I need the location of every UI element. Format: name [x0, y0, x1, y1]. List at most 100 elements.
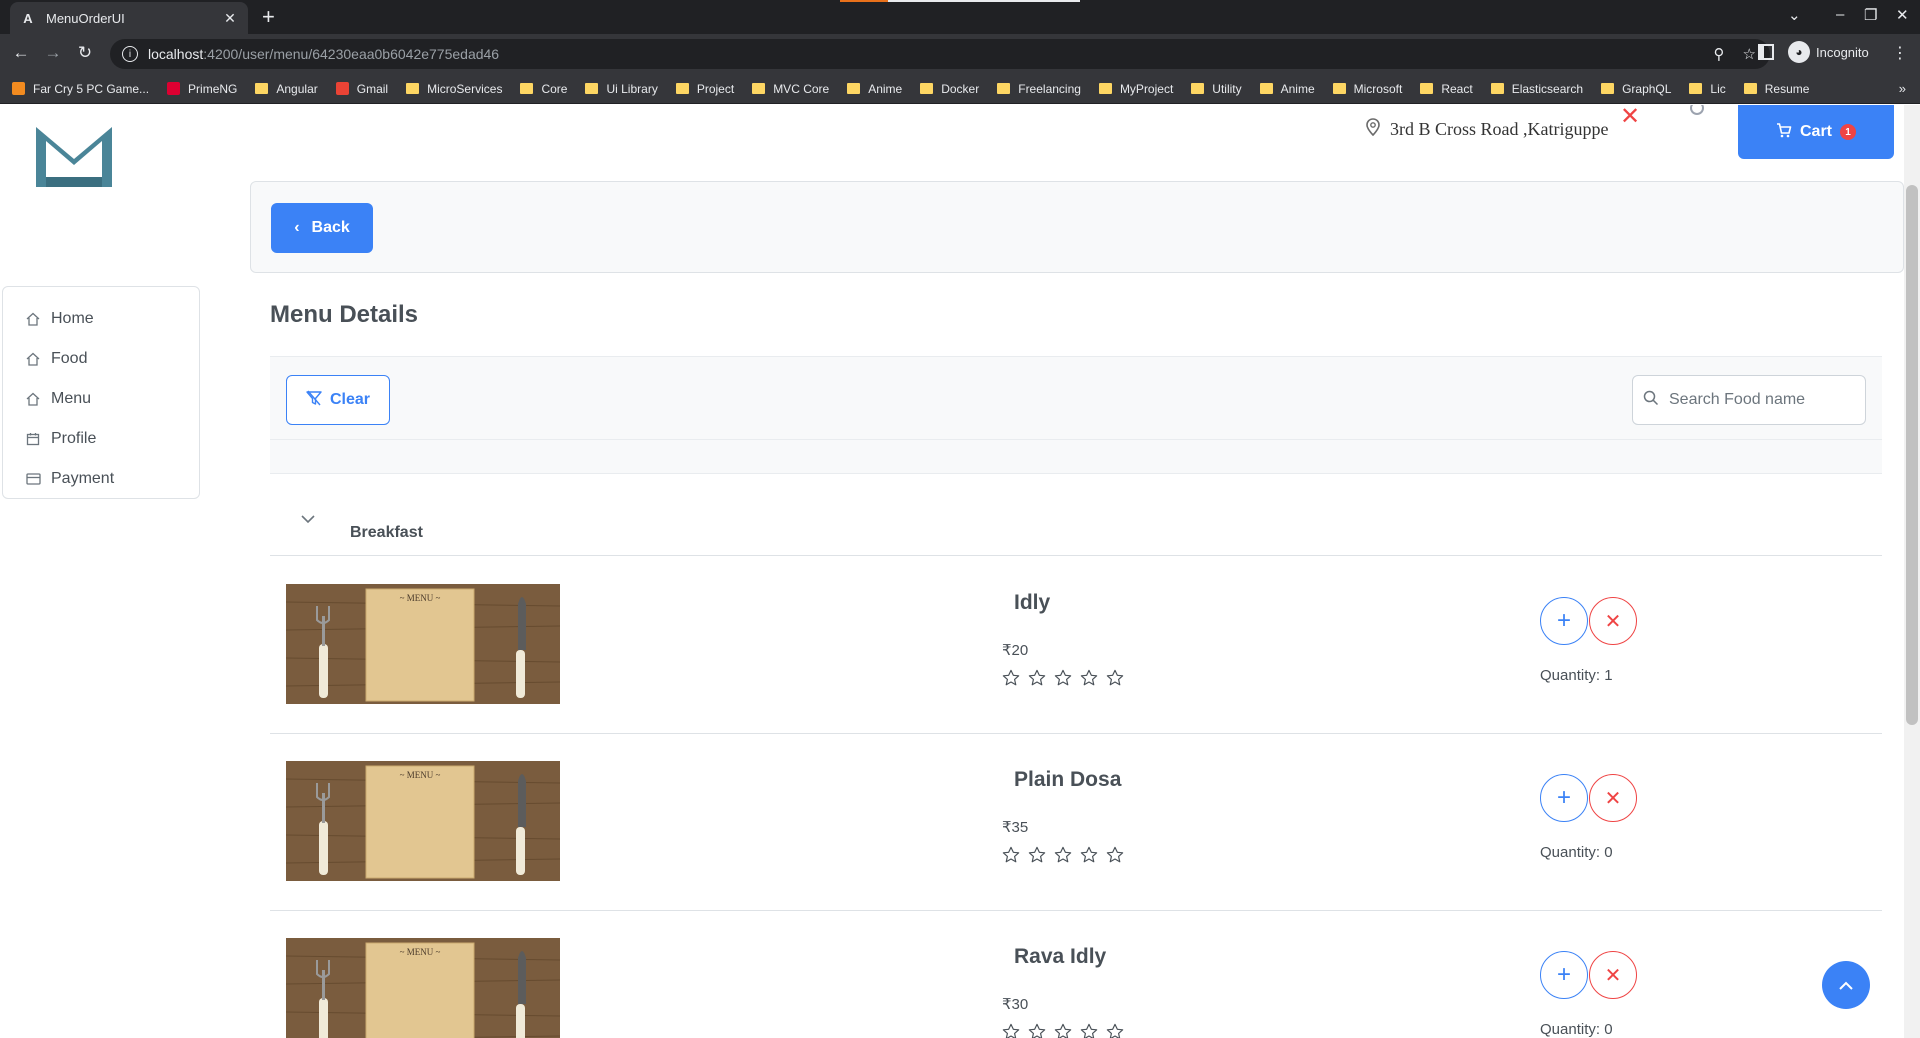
folder-icon — [997, 83, 1011, 94]
forward-arrow-icon[interactable]: → — [42, 43, 64, 63]
quantity-label: Quantity: 1 — [1540, 667, 1613, 684]
star-icon[interactable] — [1080, 1023, 1098, 1038]
star-icon[interactable] — [1054, 846, 1072, 870]
star-icon[interactable] — [1028, 846, 1046, 870]
add-quantity-button[interactable]: + — [1540, 774, 1588, 822]
more-bookmarks-icon[interactable]: » — [1899, 81, 1906, 96]
group-header-breakfast[interactable]: Breakfast — [270, 474, 1882, 556]
bookmark-item[interactable]: Freelancing — [997, 82, 1081, 96]
side-panel-icon[interactable] — [1758, 44, 1774, 60]
chevron-down-icon[interactable] — [300, 508, 316, 529]
bookmark-item[interactable]: Elasticsearch — [1490, 82, 1583, 96]
star-icon[interactable] — [1028, 669, 1046, 693]
site-favicon-icon — [335, 82, 349, 95]
sidebar-item-label: Home — [51, 310, 94, 327]
star-icon[interactable] — [1080, 669, 1098, 693]
quantity-label: Quantity: 0 — [1540, 1021, 1613, 1038]
scroll-top-button[interactable] — [1822, 961, 1870, 1009]
plus-icon: + — [1556, 607, 1571, 634]
bookmark-item[interactable]: MicroServices — [406, 82, 502, 96]
star-icon[interactable] — [1106, 669, 1124, 693]
close-window-icon[interactable]: ✕ — [1896, 6, 1909, 24]
star-icon[interactable] — [1002, 846, 1020, 870]
bookmark-item[interactable]: Project — [675, 82, 734, 96]
menu-image-label: ~ MENU ~ — [400, 593, 441, 603]
bookmark-item[interactable]: Microsoft — [1332, 82, 1402, 96]
star-icon[interactable] — [1106, 846, 1124, 870]
bookmark-item[interactable]: Resume — [1743, 82, 1809, 96]
star-icon[interactable] — [1054, 669, 1072, 693]
cart-button[interactable]: Cart 1 — [1738, 105, 1894, 159]
browser-menu-icon[interactable]: ⋮ — [1892, 43, 1908, 63]
bookmark-item[interactable]: Docker — [920, 82, 979, 96]
page-scrollbar[interactable] — [1904, 105, 1920, 1038]
folder-icon — [1332, 83, 1346, 94]
sidebar-item-profile[interactable]: Profile — [3, 419, 199, 459]
search-field[interactable] — [1632, 375, 1866, 425]
sidebar-item-payment[interactable]: Payment — [3, 459, 199, 499]
bookmark-item[interactable]: GraphQL — [1601, 82, 1671, 96]
star-icon[interactable] — [1002, 669, 1020, 693]
star-icon[interactable] — [1080, 846, 1098, 870]
bookmark-item[interactable]: Utility — [1191, 82, 1242, 96]
sidebar-item-menu[interactable]: Menu — [3, 379, 199, 419]
search-input[interactable] — [1669, 391, 1849, 409]
bookmark-star-icon[interactable]: ☆ — [1743, 45, 1756, 63]
back-button[interactable]: ‹ Back — [271, 203, 373, 253]
new-tab-icon[interactable]: + — [262, 6, 275, 28]
remove-item-button[interactable]: ✕ — [1589, 951, 1637, 999]
rating-stars[interactable] — [1002, 1023, 1124, 1038]
bookmark-item[interactable]: MyProject — [1098, 82, 1173, 96]
site-info-icon[interactable]: i — [122, 46, 138, 62]
back-label: Back — [311, 219, 350, 236]
remove-item-button[interactable]: ✕ — [1589, 774, 1637, 822]
browser-tab[interactable]: A MenuOrderUI ✕ — [10, 2, 248, 34]
bookmark-item[interactable]: Core — [520, 82, 567, 96]
add-quantity-button[interactable]: + — [1540, 597, 1588, 645]
folder-icon — [255, 83, 269, 94]
bookmark-item[interactable]: Angular — [255, 82, 318, 96]
rating-stars[interactable] — [1002, 846, 1124, 870]
location-icon[interactable]: ⚲ — [1714, 45, 1725, 63]
chevron-up-icon — [1838, 975, 1854, 996]
clear-filter-button[interactable]: Clear — [286, 375, 390, 425]
app-page: 3rd B Cross Road ,Katriguppe ✕ Cart 1 Ho… — [0, 105, 1920, 1038]
bookmark-item[interactable]: Lic — [1689, 82, 1726, 96]
bookmark-item[interactable]: Ui Library — [585, 82, 658, 96]
back-arrow-icon[interactable]: ← — [10, 43, 32, 63]
star-icon[interactable] — [1028, 1023, 1046, 1038]
folder-icon — [1191, 83, 1205, 94]
bookmark-item[interactable]: PrimeNG — [167, 82, 237, 96]
bookmark-label: Core — [541, 81, 568, 96]
sidebar-item-home[interactable]: Home — [3, 299, 199, 339]
close-address-icon[interactable]: ✕ — [1620, 105, 1640, 129]
address-bar[interactable]: i localhost :4200/user/menu/64230eaa0b60… — [110, 39, 1770, 69]
home-icon — [25, 351, 41, 367]
app-logo[interactable] — [36, 127, 112, 192]
food-name: Idly — [1014, 591, 1051, 614]
bookmark-item[interactable]: React — [1420, 82, 1473, 96]
bookmark-item[interactable]: MVC Core — [752, 82, 829, 96]
reload-icon[interactable]: ↻ — [74, 43, 96, 63]
menu-image-label: ~ MENU ~ — [400, 947, 441, 957]
tab-search-icon[interactable]: ⌄ — [1788, 6, 1801, 24]
delivery-address[interactable]: 3rd B Cross Road ,Katriguppe — [1366, 118, 1608, 141]
star-icon[interactable] — [1054, 1023, 1072, 1038]
star-icon[interactable] — [1002, 1023, 1020, 1038]
incognito-profile[interactable]: ◕ Incognito — [1788, 41, 1869, 63]
restore-icon[interactable]: ❐ — [1864, 6, 1877, 24]
sidebar-item-food[interactable]: Food — [3, 339, 199, 379]
bookmark-item[interactable]: Anime — [847, 82, 902, 96]
bookmark-item[interactable]: Far Cry 5 PC Game... — [12, 82, 149, 96]
remove-item-button[interactable]: ✕ — [1589, 597, 1637, 645]
rating-stars[interactable] — [1002, 669, 1124, 693]
scrollbar-thumb[interactable] — [1906, 185, 1918, 725]
minimize-icon[interactable]: – — [1836, 6, 1844, 23]
page-title: Menu Details — [270, 301, 419, 328]
close-tab-icon[interactable]: ✕ — [222, 10, 238, 27]
bookmark-item[interactable]: Gmail — [335, 82, 388, 96]
bookmark-item[interactable]: Anime — [1259, 82, 1315, 96]
star-icon[interactable] — [1106, 1023, 1124, 1038]
add-quantity-button[interactable]: + — [1540, 951, 1588, 999]
bookmark-label: Freelancing — [1018, 81, 1081, 96]
